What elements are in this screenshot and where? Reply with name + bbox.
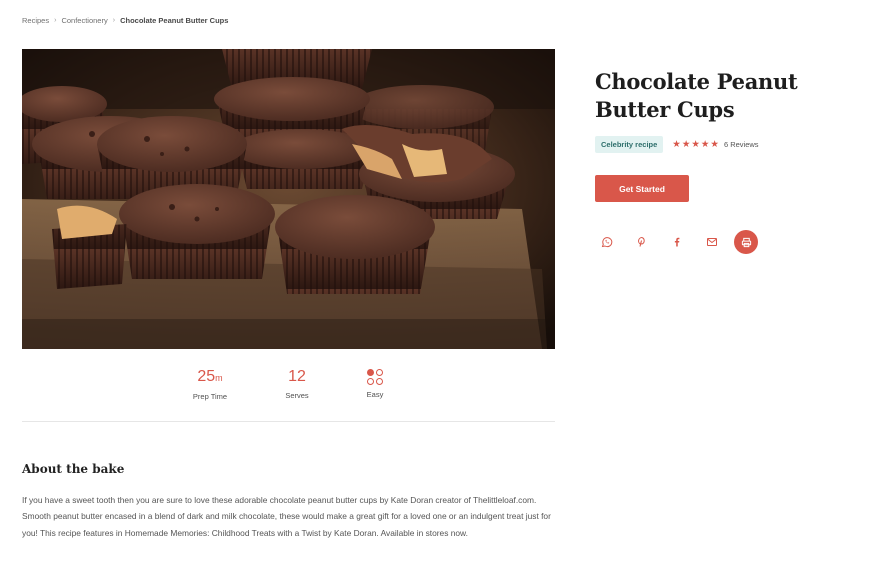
reviews-link[interactable]: 6 Reviews: [724, 140, 759, 149]
serves-label: Serves: [285, 391, 309, 400]
breadcrumb-confectionery[interactable]: Confectionery: [61, 16, 107, 25]
recipe-hero-image: [22, 49, 555, 349]
divider: [22, 421, 555, 422]
star-icon: ★: [710, 138, 719, 150]
print-icon[interactable]: [734, 230, 758, 254]
recipe-stats: 25m Prep Time 12 Serves Easy: [22, 367, 555, 407]
difficulty-dots-icon: [366, 368, 384, 386]
rating-stars[interactable]: ★ ★ ★ ★ ★: [672, 138, 719, 150]
facebook-icon[interactable]: [665, 230, 689, 254]
page-title: Chocolate Peanut Butter Cups: [595, 69, 798, 122]
breadcrumb-current: Chocolate Peanut Butter Cups: [120, 16, 229, 25]
serves-value: 12: [288, 368, 306, 385]
difficulty-label: Easy: [366, 390, 384, 399]
get-started-button[interactable]: Get Started: [595, 175, 689, 202]
pinterest-icon[interactable]: [630, 230, 654, 254]
about-title: About the bake: [22, 462, 125, 476]
star-icon: ★: [672, 138, 681, 150]
recipe-meta: Celebrity recipe ★ ★ ★ ★ ★ 6 Reviews: [595, 136, 759, 153]
breadcrumb-separator-icon: ›: [54, 17, 57, 24]
serves-stat: 12 Serves: [267, 367, 327, 400]
share-bar: [595, 230, 769, 254]
breadcrumb-separator-icon: ›: [112, 17, 116, 24]
prep-time-value: 25m: [197, 368, 223, 385]
breadcrumb: Recipes › Confectionery › Chocolate Pean…: [22, 16, 228, 25]
about-text: If you have a sweet tooth then you are s…: [22, 495, 551, 538]
email-icon[interactable]: [700, 230, 724, 254]
star-icon: ★: [700, 138, 710, 150]
breadcrumb-recipes[interactable]: Recipes: [22, 16, 49, 25]
prep-time-stat: 25m Prep Time: [180, 367, 240, 401]
whatsapp-icon[interactable]: [595, 230, 619, 254]
star-icon: ★: [691, 138, 700, 150]
difficulty-stat: Easy: [345, 367, 405, 399]
celebrity-recipe-badge: Celebrity recipe: [595, 136, 664, 153]
star-icon: ★: [681, 138, 691, 150]
prep-time-label: Prep Time: [192, 392, 228, 401]
